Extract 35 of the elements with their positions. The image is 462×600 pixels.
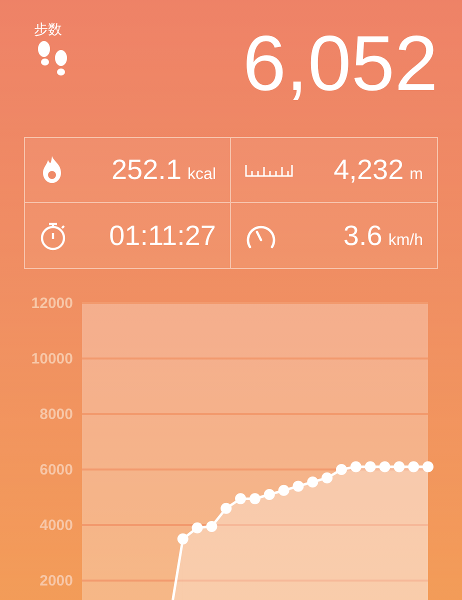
y-axis-label: 6000: [40, 462, 73, 479]
ruler-icon: [245, 163, 293, 177]
y-axis-label: 8000: [40, 406, 73, 424]
y-axis-label: 4000: [40, 517, 73, 534]
data-point: [177, 533, 188, 544]
stopwatch-icon: [39, 220, 67, 250]
y-axis-label: 10000: [31, 350, 73, 368]
data-point: [264, 489, 275, 500]
data-point: [235, 493, 246, 504]
stat-value: 252.1: [111, 153, 182, 187]
steps-label: 步数: [34, 22, 62, 36]
stat-value: 3.6: [343, 218, 382, 252]
data-point: [350, 461, 362, 472]
data-point: [292, 480, 304, 492]
stat-value: 4,232: [334, 153, 404, 187]
data-point: [220, 502, 232, 514]
y-axis-label: 2000: [40, 572, 73, 590]
data-point: [278, 484, 290, 496]
data-point: [206, 520, 218, 532]
stat-unit: m: [410, 165, 423, 185]
data-point: [249, 493, 260, 504]
stat-value: 01:11:27: [109, 218, 216, 252]
data-point: [422, 461, 434, 472]
data-point: [394, 461, 405, 472]
y-axis-label: 12000: [31, 295, 73, 312]
data-point: [364, 461, 376, 472]
data-point: [336, 464, 347, 476]
stat-unit: kcal: [188, 165, 216, 185]
stat-unit: km/h: [388, 230, 423, 250]
step-count: 6,052: [242, 24, 438, 102]
data-point: [322, 472, 333, 484]
data-point: [192, 522, 203, 534]
data-point: [408, 461, 420, 472]
data-point: [307, 476, 318, 488]
data-point: [379, 461, 390, 472]
